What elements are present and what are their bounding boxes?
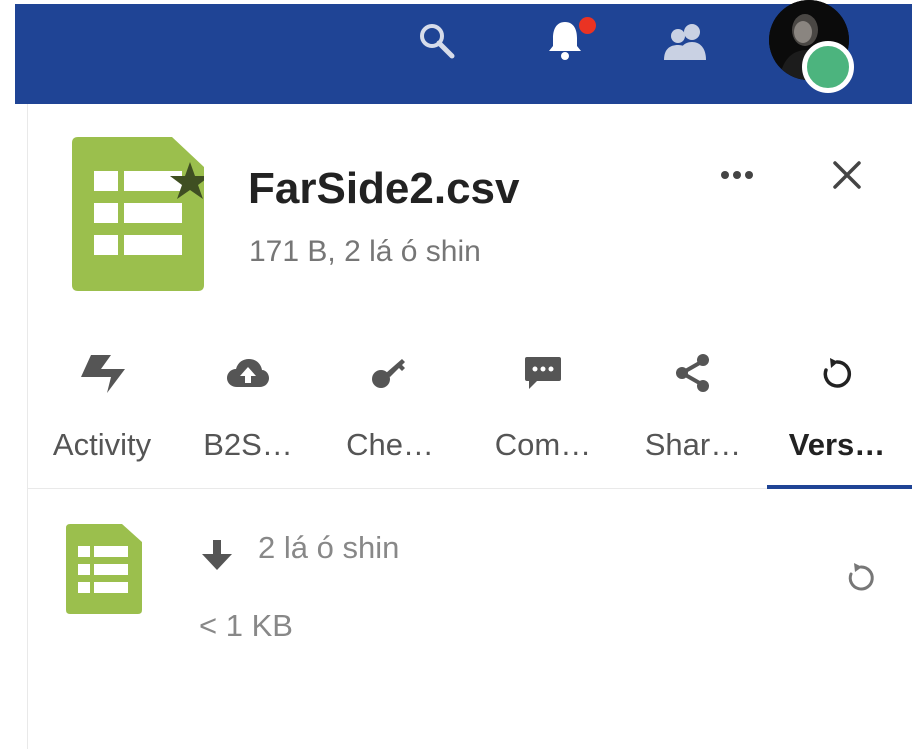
tab-share[interactable]: Shar… <box>628 345 758 487</box>
search-icon[interactable] <box>416 20 456 60</box>
close-icon <box>833 161 861 189</box>
restore-icon <box>848 563 874 591</box>
tab-label: Vers… <box>788 427 886 462</box>
version-date[interactable]: 2 lá ó shin <box>258 530 399 566</box>
notification-dot <box>579 17 596 34</box>
tab-che[interactable]: Che… <box>330 345 450 487</box>
tab-label: B2S… <box>203 427 293 462</box>
tab-label: Che… <box>346 427 434 462</box>
tab-label: Activity <box>52 427 152 462</box>
file-name: FarSide2.csv <box>248 164 520 213</box>
tab-activity[interactable]: Activity <box>40 345 164 487</box>
share-icon <box>628 353 758 393</box>
activity-icon <box>40 353 164 393</box>
online-status-indicator <box>802 41 854 93</box>
more-options-button[interactable] <box>714 160 760 190</box>
spreadsheet-icon <box>72 137 210 291</box>
tab-b2s[interactable]: B2S… <box>183 345 313 487</box>
restore-version-button[interactable] <box>840 558 882 596</box>
tab-label: Shar… <box>644 427 742 462</box>
cloud-upload-icon <box>183 353 313 393</box>
history-icon <box>772 353 902 393</box>
tab-label: Com… <box>494 427 592 462</box>
comment-icon <box>478 353 608 393</box>
download-icon[interactable] <box>198 538 238 574</box>
tab-com[interactable]: Com… <box>478 345 608 487</box>
file-meta: 171 B, 2 lá ó shin <box>249 235 481 268</box>
tab-versions[interactable]: Vers… <box>772 345 902 487</box>
key-icon <box>330 353 450 393</box>
version-size: < 1 KB <box>199 608 293 643</box>
active-tab-indicator <box>767 485 912 489</box>
panel-border <box>27 104 28 749</box>
close-button[interactable] <box>822 152 872 198</box>
spreadsheet-icon <box>66 524 142 614</box>
contacts-icon[interactable] <box>662 20 708 62</box>
